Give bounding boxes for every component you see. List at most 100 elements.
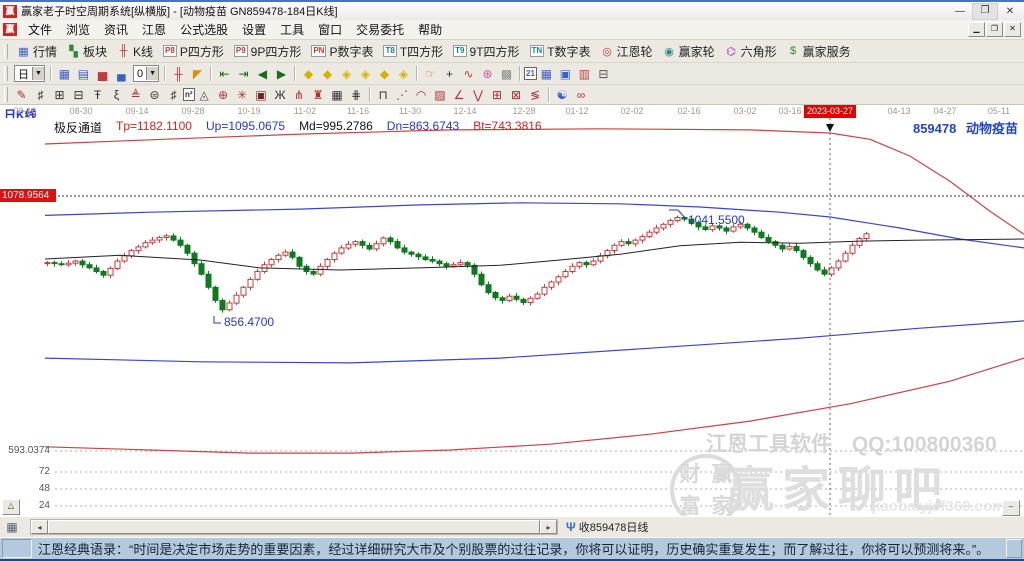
menu-item-tools[interactable]: 工具 [273,21,311,38]
gann-box2-icon[interactable]: ⊟ [69,87,88,103]
menu-item-window[interactable]: 窗口 [311,21,349,38]
gann-box-icon[interactable]: ⊞ [50,87,69,103]
last-bar-icon[interactable]: ⇥ [234,65,253,82]
mdi-restore-button[interactable]: ❐ [986,22,1003,37]
expand-panel-button[interactable]: △ [2,499,20,515]
grid-red-icon[interactable]: ⊞ [488,87,507,103]
compass-tool-icon[interactable]: ⊕ [214,87,233,103]
n2-tool[interactable]: n² [183,88,195,101]
cycle-diamond-5-icon[interactable]: ◆ [375,65,394,82]
minimize-button[interactable]: — [948,4,972,19]
gann-wheel-button[interactable]: ◎ 江恩轮 [596,41,658,61]
star-tool-icon[interactable]: ✳ [233,87,252,103]
date-tick-label: 04-27 [933,106,957,116]
hexagon-button[interactable]: ⌬ 六角形 [720,41,782,61]
cycle-diamond-1-icon[interactable]: ◆ [299,65,318,82]
winner-wheel-button[interactable]: ◉ 赢家轮 [658,41,720,61]
p9-square-button[interactable]: P9 9P四方形 [229,41,306,61]
menu-item-news[interactable]: 资讯 [97,21,135,38]
mdi-minimize-button[interactable]: ▁ [968,22,985,37]
keyboard-wizard-icon[interactable]: ▦ [3,520,21,535]
flower-tool-icon[interactable]: ⊛ [478,65,497,82]
cycle-diamond-3-icon[interactable]: ◈ [337,65,356,82]
overlay-count-selector[interactable]: 0 ▼ [132,65,159,82]
angle-line-icon[interactable]: ∠ [450,87,469,103]
color-flag-icon[interactable]: ◤ [188,65,207,82]
vee-line-icon[interactable]: ⋁ [469,87,488,103]
quotes-button[interactable]: ▦ 行情 [12,41,62,61]
save-layout-icon[interactable]: ▣ [556,65,575,82]
cycle-diamond-4-icon[interactable]: ◈ [356,65,375,82]
crossbox-red-icon[interactable]: ⊠ [507,87,526,103]
kline-button[interactable]: ╫ K线 [112,41,158,61]
angle-pen-icon[interactable]: ≜ [126,87,145,103]
date-tick-label: 08-30 [69,106,93,116]
period-day-selector[interactable]: 日 ▼ [14,65,45,82]
horizontal-scrollbar[interactable]: ◂ ▸ [30,519,558,535]
kline-chart[interactable]: 极反通道 Tp=1182.1100 Up=1095.0675 Md=995.2786 D… [0,118,1024,516]
menu-item-browse[interactable]: 浏览 [59,21,97,38]
pitchfork-tool-icon[interactable]: ⋔ [290,87,309,103]
gate-tool-icon[interactable]: ⊓ [374,87,393,103]
next-bar-icon[interactable]: ▶ [272,65,291,82]
menu-item-settings[interactable]: 设置 [235,21,273,38]
fence-icon[interactable]: ⋕ [347,87,366,103]
winner-service-button[interactable]: $ 赢家服务 [782,41,856,61]
resize-grip[interactable] [1006,539,1022,558]
crosshair-icon[interactable]: + [440,65,459,82]
collapse-panel-button[interactable]: – [1002,500,1020,516]
t-table-button[interactable]: TN T数字表 [525,41,596,61]
triangle-tool-icon[interactable]: ◬ [195,87,214,103]
lattice-icon[interactable]: ▦ [328,87,347,103]
calculator-icon[interactable]: ▦ [537,65,556,82]
p-square-button[interactable]: P8 P四方形 [158,41,229,61]
menu-item-gann[interactable]: 江恩 [135,21,173,38]
tower-tool-icon[interactable]: ♜ [309,87,328,103]
cycle-diamond-6-icon[interactable]: ◈ [394,65,413,82]
first-bar-icon[interactable]: ⇤ [215,65,234,82]
t-square-button-icon: T8 [383,45,397,57]
mdi-close-button[interactable]: ✕ [1004,22,1021,37]
t-square-button[interactable]: T8 T四方形 [378,41,448,61]
circle-tool-icon[interactable]: ⊜ [145,87,164,103]
monitor-icon[interactable]: ▥ [575,65,594,82]
kline-style-icon[interactable]: ╫ [169,65,188,82]
pattern-tool-icon[interactable]: ▩ [497,65,516,82]
wave-tool-icon[interactable]: ξ [107,87,126,103]
date-tick-label: 11-02 [293,106,317,116]
info-panel-icon[interactable]: ▤ [74,65,93,82]
scroll-left-button[interactable]: ◂ [31,520,48,534]
scrollbar-thumb[interactable] [48,520,540,534]
menu-item-help[interactable]: 帮助 [411,21,449,38]
arc-tool-icon[interactable]: ◠ [412,87,431,103]
maximize-button[interactable]: ❐ [972,2,998,20]
prev-bar-icon[interactable]: ◀ [253,65,272,82]
infinity-icon[interactable]: ∞ [572,87,591,103]
tally-tool-icon[interactable]: ♯ [164,87,183,103]
menu-item-trade-entrust[interactable]: 交易委托 [349,21,411,38]
window-grid-icon[interactable]: ▦ [55,65,74,82]
parallel-lines-icon[interactable]: ≶ [526,87,545,103]
taiji-icon[interactable]: ☯ [553,87,572,103]
k-marker-icon[interactable]: Ж [271,87,290,103]
trend-pen-icon[interactable]: ✎ [12,87,31,103]
export-icon[interactable]: ⊟ [594,65,613,82]
curve-tool-icon[interactable]: ∿ [459,65,478,82]
fib-tool-icon[interactable]: Ŧ [88,87,107,103]
cycle-diamond-2-icon[interactable]: ◆ [318,65,337,82]
menu-item-formula-stock-pick[interactable]: 公式选股 [173,21,235,38]
ray-fan-icon[interactable]: ⋰ [393,87,412,103]
calendar-icon[interactable]: 21 [524,67,537,80]
volume-chart-icon[interactable]: ▅ [93,65,112,82]
filled-box-tool-icon[interactable]: ▣ [252,87,271,103]
grid-ruler-icon[interactable]: ♯ [31,87,50,103]
menu-item-file[interactable]: 文件 [21,21,59,38]
line-chart-icon[interactable]: ▄ [112,65,131,82]
sectors-button[interactable]: ▚ 板块 [62,41,112,61]
hand-pan-icon[interactable]: ☞ [421,65,440,82]
t9-square-button[interactable]: T9 9T四方形 [448,41,524,61]
hatch-box-icon[interactable]: ▨ [431,87,450,103]
close-button[interactable]: ✕ [998,4,1022,19]
scroll-right-button[interactable]: ▸ [540,520,557,534]
p-table-button[interactable]: PN P数字表 [306,41,378,61]
